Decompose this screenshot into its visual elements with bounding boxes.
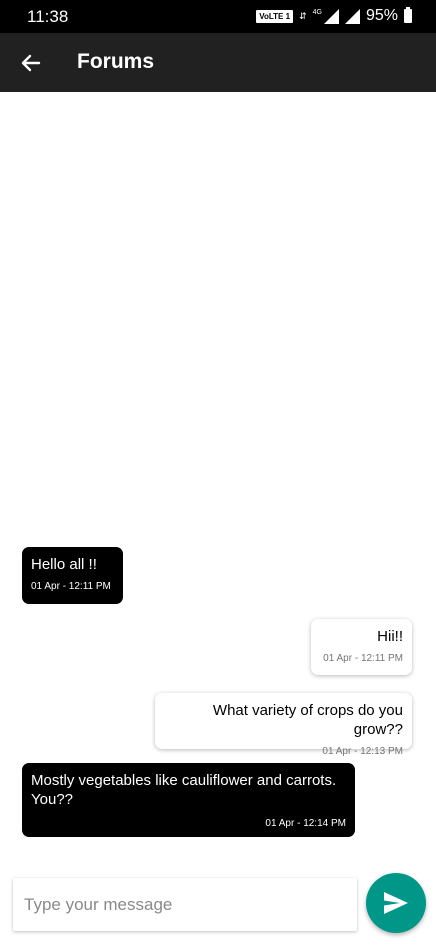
status-bar: 11:38 VoLTE 1 ⇵ 4G 95%	[0, 0, 436, 33]
message-bubble-incoming: Mostly vegetables like cauliflower and c…	[22, 763, 355, 837]
message-timestamp: 01 Apr - 12:14 PM	[265, 818, 346, 829]
message-bubble-outgoing: Hii!! 01 Apr - 12:11 PM	[311, 619, 412, 675]
status-icons: VoLTE 1 ⇵ 4G 95%	[256, 7, 412, 25]
data-arrows-icon: ⇵	[299, 10, 307, 21]
send-button[interactable]	[366, 873, 426, 933]
signal-icon	[323, 8, 339, 24]
send-icon	[384, 892, 408, 914]
network-type-label: 4G	[312, 8, 322, 16]
message-timestamp: 01 Apr - 12:11 PM	[31, 581, 111, 592]
message-text: Hello all !!	[31, 556, 97, 573]
message-bubble-incoming: Hello all !! 01 Apr - 12:11 PM	[22, 547, 123, 604]
signal-icon-2	[344, 8, 360, 24]
message-bubble-outgoing: What variety of crops do you grow?? 01 A…	[155, 693, 412, 757]
app-bar: Forums	[0, 33, 436, 92]
page-title: Forums	[77, 50, 155, 73]
arrow-left-icon	[21, 54, 41, 72]
message-text: Hii!!	[377, 628, 403, 645]
volte-icon: VoLTE 1	[256, 9, 294, 23]
battery-icon	[404, 7, 412, 23]
back-button[interactable]	[14, 46, 48, 80]
message-timestamp: 01 Apr - 12:11 PM	[323, 653, 403, 664]
message-input[interactable]	[13, 878, 355, 931]
message-text: What variety of crops do you grow??	[212, 702, 403, 738]
message-timestamp: 01 Apr - 12:13 PM	[322, 746, 403, 757]
status-time: 11:38	[27, 7, 69, 26]
message-text: Mostly vegetables like cauliflower and c…	[31, 772, 337, 808]
battery-percentage: 95%	[365, 7, 398, 24]
message-composer	[13, 878, 357, 931]
